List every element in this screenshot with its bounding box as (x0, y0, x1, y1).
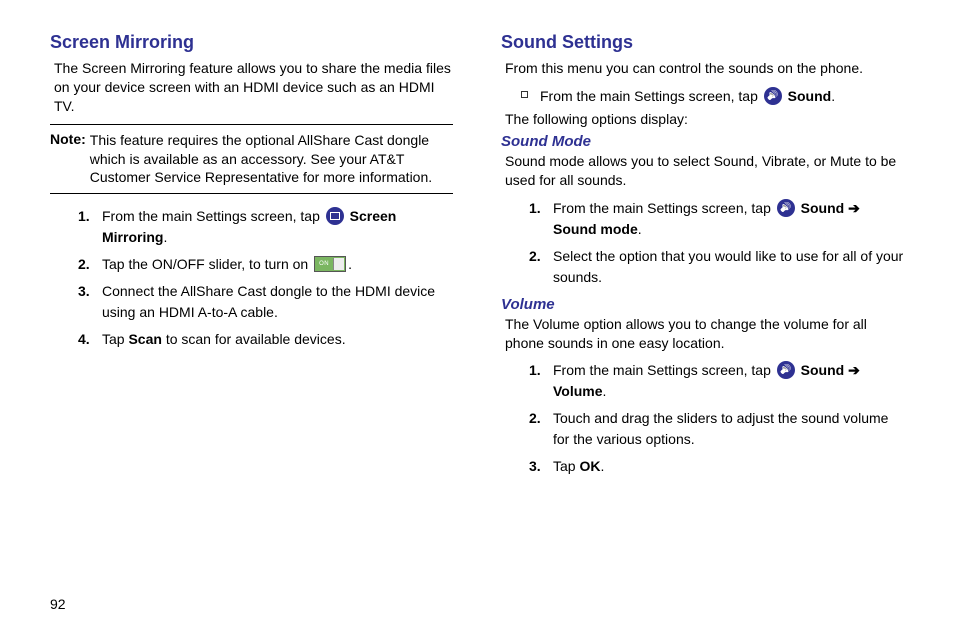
volume-heading: Volume (501, 296, 904, 313)
step-number: 1. (529, 360, 553, 402)
two-column-layout: Screen Mirroring The Screen Mirroring fe… (50, 32, 904, 485)
step-number: 2. (529, 408, 553, 450)
sound-icon (777, 361, 795, 379)
right-column: Sound Settings From this menu you can co… (501, 32, 904, 485)
step-text: Select the option that you would like to… (553, 246, 904, 288)
step-number: 1. (78, 206, 102, 248)
screen-mirroring-icon (326, 207, 344, 225)
note-label: Note: (50, 131, 90, 188)
step-text: Tap the ON/OFF slider, to turn on . (102, 254, 453, 275)
left-column: Screen Mirroring The Screen Mirroring fe… (50, 32, 453, 485)
step-text: Tap OK. (553, 456, 904, 477)
sound-mode-intro: Sound mode allows you to select Sound, V… (505, 152, 904, 190)
step-text: Touch and drag the sliders to adjust the… (553, 408, 904, 450)
step-text: Tap Scan to scan for available devices. (102, 329, 453, 350)
page-number: 92 (50, 596, 66, 612)
step-number: 3. (78, 281, 102, 323)
step-number: 1. (529, 198, 553, 240)
volume-intro: The Volume option allows you to change t… (505, 315, 904, 353)
sound-mode-steps: 1. From the main Settings screen, tap So… (501, 198, 904, 288)
volume-steps: 1. From the main Settings screen, tap So… (501, 360, 904, 477)
note-block: Note: This feature requires the optional… (50, 124, 453, 195)
step-number: 4. (78, 329, 102, 350)
sound-mode-heading: Sound Mode (501, 133, 904, 150)
sound-icon (764, 87, 782, 105)
sound-icon (777, 199, 795, 217)
sound-settings-intro: From this menu you can control the sound… (505, 59, 904, 78)
bullet-item: From the main Settings screen, tap Sound… (521, 86, 904, 107)
step-text: From the main Settings screen, tap Scree… (102, 206, 453, 248)
on-off-toggle-icon (314, 256, 346, 272)
screen-mirroring-intro: The Screen Mirroring feature allows you … (54, 59, 453, 116)
step-text: From the main Settings screen, tap Sound… (553, 360, 904, 402)
sound-settings-heading: Sound Settings (501, 32, 904, 53)
step-number: 2. (529, 246, 553, 288)
screen-mirroring-steps: 1. From the main Settings screen, tap Sc… (50, 206, 453, 350)
bullet-text: From the main Settings screen, tap Sound… (540, 86, 835, 107)
step-number: 3. (529, 456, 553, 477)
note-text: This feature requires the optional AllSh… (90, 131, 453, 188)
step-text: From the main Settings screen, tap Sound… (553, 198, 904, 240)
screen-mirroring-heading: Screen Mirroring (50, 32, 453, 53)
step-text: Connect the AllShare Cast dongle to the … (102, 281, 453, 323)
step-number: 2. (78, 254, 102, 275)
square-bullet-icon (521, 91, 528, 98)
following-text: The following options display: (505, 111, 904, 127)
